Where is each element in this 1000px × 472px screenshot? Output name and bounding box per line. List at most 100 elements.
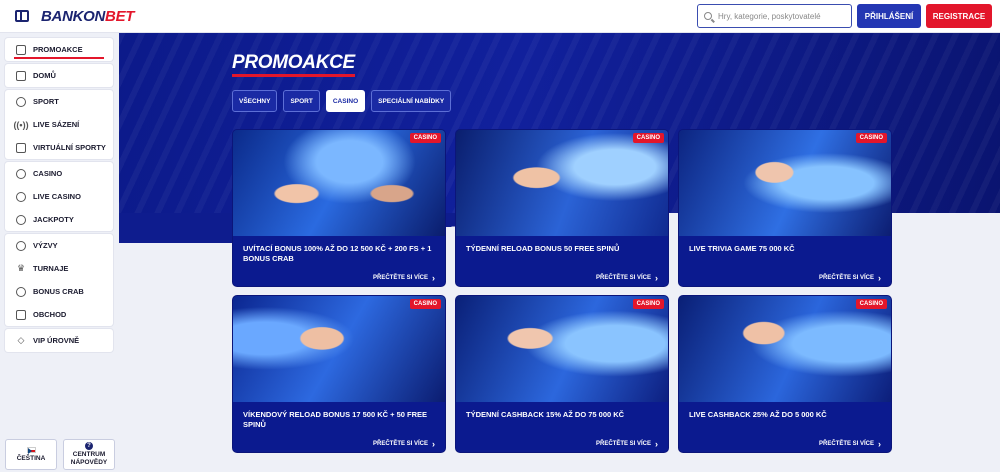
nav-group-home: DOMŮ	[5, 64, 113, 87]
help-center-button[interactable]: ? CENTRUM NÁPOVĚDY	[63, 439, 115, 470]
login-button[interactable]: PŘIHLÁŠENÍ	[857, 4, 921, 28]
filter-sport[interactable]: SPORT	[283, 90, 320, 112]
sidebar-item-label: JACKPOTY	[33, 215, 74, 224]
sidebar-item-casino[interactable]: CASINO	[5, 162, 113, 185]
nav-group-promo: PROMOAKCE	[5, 38, 113, 61]
sidebar-item-vip-urovne[interactable]: ◇ VIP ÚROVNĚ	[5, 329, 113, 352]
filter-specialni-nabidky[interactable]: SPECIÁLNÍ NABÍDKY	[371, 90, 452, 112]
sidebar-toggle-icon[interactable]	[15, 10, 29, 22]
chevron-right-icon: ›	[878, 273, 881, 283]
promo-card-body: LIVE TRIVIA GAME 75 000 KČ PŘEČTĚTE SI V…	[679, 236, 891, 286]
chip-icon	[16, 168, 26, 179]
sidebar-item-virtualni-sporty[interactable]: VIRTUÁLNÍ SPORTY	[5, 136, 113, 159]
sidebar-item-label: CASINO	[33, 169, 63, 178]
diamond-icon: ◇	[17, 335, 25, 345]
sidebar-item-label: BONUS CRAB	[33, 287, 84, 296]
sidebar-item-bonus-crab[interactable]: BONUS CRAB	[5, 280, 113, 303]
chevron-right-icon: ›	[655, 439, 658, 449]
search-box	[697, 4, 852, 28]
sidebar-item-sport[interactable]: SPORT	[5, 90, 113, 113]
read-more-label: PŘEČTĚTE SI VÍCE	[372, 441, 428, 447]
promo-card-body: TÝDENNÍ CASHBACK 15% AŽ DO 75 000 KČ PŘE…	[456, 402, 668, 452]
promo-image	[456, 296, 668, 402]
help-icon: ?	[85, 442, 93, 450]
promo-card-body: TÝDENNÍ RELOAD BONUS 50 FREE SPINŮ PŘEČT…	[456, 236, 668, 286]
read-more-link[interactable]: PŘEČTĚTE SI VÍCE ›	[372, 439, 435, 449]
filter-casino[interactable]: CASINO	[325, 90, 366, 112]
category-badge: CASINO	[409, 299, 441, 309]
promo-card[interactable]: CASINO LIVE CASHBACK 25% AŽ DO 5 000 KČ …	[678, 295, 892, 453]
promo-title: LIVE TRIVIA GAME 75 000 KČ	[689, 244, 795, 253]
promo-card[interactable]: CASINO VÍKENDOVÝ RELOAD BONUS 17 500 KČ …	[232, 295, 446, 453]
category-badge: CASINO	[855, 133, 887, 143]
logo-main: BANKON	[41, 7, 106, 25]
language-label: ČEŠTINA	[16, 454, 46, 462]
help-label-1: CENTRUM	[72, 451, 106, 458]
help-label-2: NÁPOVĚDY	[70, 459, 108, 466]
medal-icon	[16, 240, 26, 251]
read-more-link[interactable]: PŘEČTĚTE SI VÍCE ›	[818, 273, 881, 283]
promo-card[interactable]: CASINO TÝDENNÍ CASHBACK 15% AŽ DO 75 000…	[455, 295, 669, 453]
read-more-link[interactable]: PŘEČTĚTE SI VÍCE ›	[595, 273, 658, 283]
sidebar-item-label: VIP ÚROVNĚ	[33, 336, 80, 345]
read-more-link[interactable]: PŘEČTĚTE SI VÍCE ›	[819, 439, 881, 449]
promo-image	[233, 130, 445, 236]
nav-group-sport: SPORT ((•)) LIVE SÁZENÍ VIRTUÁLNÍ SPORTY	[5, 90, 113, 159]
sidebar-item-obchod[interactable]: OBCHOD	[5, 303, 113, 326]
sidebar-item-vyzvy[interactable]: VÝZVY	[5, 234, 113, 257]
promo-card[interactable]: CASINO LIVE TRIVIA GAME 75 000 KČ PŘEČTĚ…	[678, 129, 892, 287]
promo-image	[456, 130, 668, 236]
sidebar-item-domu[interactable]: DOMŮ	[5, 64, 113, 87]
nav-group-rewards: VÝZVY ♛ TURNAJE BONUS CRAB OBCHOD	[5, 234, 113, 326]
sidebar-item-turnaje[interactable]: ♛ TURNAJE	[5, 257, 113, 280]
live-casino-icon	[16, 191, 26, 202]
chevron-right-icon: ›	[432, 439, 435, 449]
crab-icon	[16, 286, 26, 297]
logo[interactable]: BANKONBET	[41, 8, 134, 25]
live-icon: ((•))	[13, 119, 29, 130]
read-more-link[interactable]: PŘEČTĚTE SI VÍCE ›	[372, 273, 435, 283]
read-more-label: PŘEČTĚTE SI VÍCE	[595, 275, 651, 281]
promo-image	[233, 296, 445, 402]
ball-icon	[16, 96, 26, 107]
register-button[interactable]: REGISTRACE	[926, 4, 992, 28]
promo-title: LIVE CASHBACK 25% AŽ DO 5 000 KČ	[689, 410, 827, 419]
language-button[interactable]: ČEŠTINA	[5, 439, 57, 470]
read-more-label: PŘEČTĚTE SI VÍCE	[372, 275, 428, 281]
promo-card-body: UVÍTACÍ BONUS 100% AŽ DO 12 500 KČ + 200…	[233, 236, 445, 286]
sidebar-item-live-sazeni[interactable]: ((•)) LIVE SÁZENÍ	[5, 113, 113, 136]
category-badge: CASINO	[409, 133, 441, 143]
promo-card[interactable]: CASINO TÝDENNÍ RELOAD BONUS 50 FREE SPIN…	[455, 129, 669, 287]
sidebar-item-label: LIVE SÁZENÍ	[33, 120, 80, 129]
promo-card[interactable]: CASINO UVÍTACÍ BONUS 100% AŽ DO 12 500 K…	[232, 129, 446, 287]
sidebar-item-promoakce[interactable]: PROMOAKCE	[5, 38, 113, 61]
trophy-icon: ♛	[16, 263, 26, 273]
promo-image	[679, 130, 891, 236]
sidebar-item-jackpoty[interactable]: JACKPOTY	[5, 208, 113, 231]
promo-title: UVÍTACÍ BONUS 100% AŽ DO 12 500 KČ + 200…	[243, 244, 432, 263]
sidebar-item-label: SPORT	[33, 97, 59, 106]
nav-group-vip: ◇ VIP ÚROVNĚ	[5, 329, 113, 352]
chevron-right-icon: ›	[878, 439, 881, 449]
read-more-label: PŘEČTĚTE SI VÍCE	[818, 275, 874, 281]
chevron-right-icon: ›	[655, 273, 658, 283]
search-input[interactable]	[718, 11, 848, 21]
filter-vsechny[interactable]: VŠECHNY	[232, 90, 278, 112]
top-bar: BANKONBET PŘIHLÁŠENÍ REGISTRACE	[0, 0, 1000, 33]
sidebar-item-live-casino[interactable]: LIVE CASINO	[5, 185, 113, 208]
sidebar: PROMOAKCE DOMŮ SPORT ((•)) LIVE SÁZENÍ VI…	[5, 38, 113, 355]
read-more-link[interactable]: PŘEČTĚTE SI VÍCE ›	[596, 439, 658, 449]
filter-tabs: VŠECHNY SPORT CASINO SPECIÁLNÍ NABÍDKY	[232, 90, 452, 112]
category-badge: CASINO	[632, 299, 664, 309]
promo-title: VÍKENDOVÝ RELOAD BONUS 17 500 KČ + 50 FR…	[243, 410, 428, 429]
virtual-icon	[16, 142, 26, 153]
promo-grid: CASINO UVÍTACÍ BONUS 100% AŽ DO 12 500 K…	[232, 129, 892, 453]
chevron-right-icon: ›	[432, 273, 435, 283]
page-title: PROMOAKCE	[232, 52, 355, 77]
sidebar-footer: ČEŠTINA ? CENTRUM NÁPOVĚDY	[5, 439, 115, 470]
search-icon	[704, 12, 712, 20]
promo-title: TÝDENNÍ RELOAD BONUS 50 FREE SPINŮ	[466, 244, 620, 253]
promo-title: TÝDENNÍ CASHBACK 15% AŽ DO 75 000 KČ	[466, 410, 625, 419]
category-badge: CASINO	[855, 299, 887, 309]
czech-flag-icon	[26, 446, 36, 454]
